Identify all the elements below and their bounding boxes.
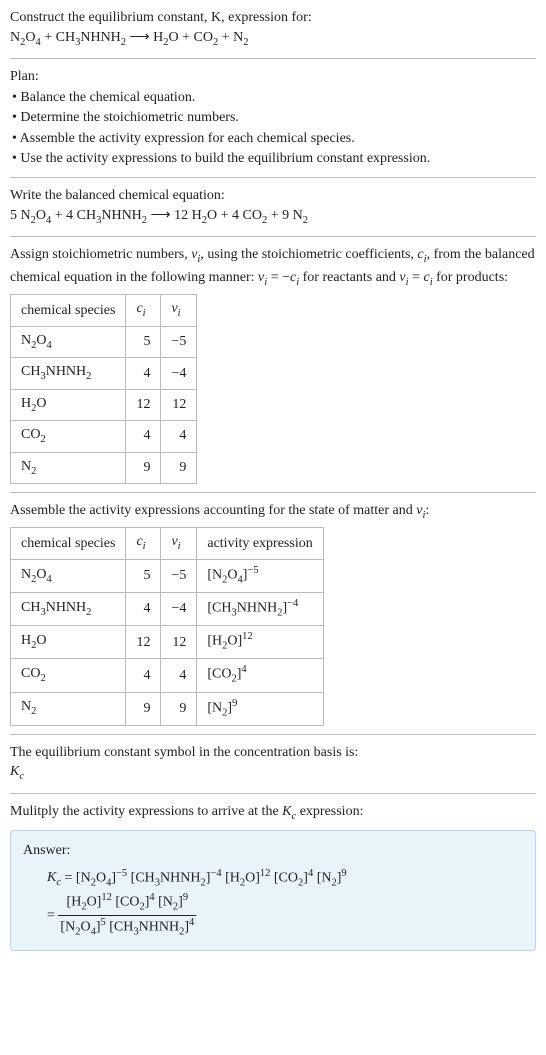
cell-ci: 4 xyxy=(126,593,161,626)
cell-ci: 12 xyxy=(126,389,161,420)
multiply-block: Mulitply the activity expressions to arr… xyxy=(10,802,536,824)
table-row: N2 9 9 xyxy=(11,452,197,483)
cell-species: N2 xyxy=(11,692,126,725)
cell-species: CH3NHNH2 xyxy=(11,358,126,389)
assign-block: Assign stoichiometric numbers, νi, using… xyxy=(10,245,536,484)
cell-species: N2O4 xyxy=(11,559,126,592)
table-row: N2O4 5 −5 xyxy=(11,326,197,357)
stoich-table: chemical species ci νi N2O4 5 −5 CH3NHNH… xyxy=(10,294,197,484)
cell-species: CO2 xyxy=(11,659,126,692)
balanced-block: Write the balanced chemical equation: 5 … xyxy=(10,186,536,228)
intro-block: Construct the equilibrium constant, K, e… xyxy=(10,8,536,50)
assign-text: Assign stoichiometric numbers, νi, using… xyxy=(10,245,536,290)
cell-species: N2 xyxy=(11,452,126,483)
cell-vi: 12 xyxy=(161,389,197,420)
col-ci: ci xyxy=(126,295,161,326)
cell-species: N2O4 xyxy=(11,326,126,357)
cell-vi: −5 xyxy=(161,559,197,592)
fraction-denominator: [N2O4]5 [CH3NHNH2]4 xyxy=(58,916,196,940)
plan-item: • Assemble the activity expression for e… xyxy=(12,129,536,149)
table-row: H2O 12 12 [H2O]12 xyxy=(11,626,324,659)
multiply-text: Mulitply the activity expressions to arr… xyxy=(10,802,536,824)
table-header-row: chemical species ci νi xyxy=(11,295,197,326)
balanced-heading: Write the balanced chemical equation: xyxy=(10,186,536,206)
cell-ci: 12 xyxy=(126,626,161,659)
table-row: CO2 4 4 [CO2]4 xyxy=(11,659,324,692)
symbol-block: The equilibrium constant symbol in the c… xyxy=(10,743,536,785)
symbol-line1: The equilibrium constant symbol in the c… xyxy=(10,743,536,763)
cell-activity: [CH3NHNH2]−4 xyxy=(197,593,323,626)
cell-vi: 9 xyxy=(161,692,197,725)
divider xyxy=(10,58,536,59)
cell-activity: [H2O]12 xyxy=(197,626,323,659)
cell-vi: 4 xyxy=(161,659,197,692)
cell-vi: 12 xyxy=(161,626,197,659)
answer-line1: Kc = [N2O4]−5 [CH3NHNH2]−4 [H2O]12 [CO2]… xyxy=(47,867,523,891)
divider xyxy=(10,177,536,178)
col-vi: νi xyxy=(161,528,197,559)
answer-label: Answer: xyxy=(23,841,523,861)
cell-ci: 9 xyxy=(126,692,161,725)
cell-vi: −5 xyxy=(161,326,197,357)
cell-vi: −4 xyxy=(161,593,197,626)
equals-sign: = xyxy=(47,908,55,923)
intro-line1: Construct the equilibrium constant, K, e… xyxy=(10,8,536,28)
cell-ci: 4 xyxy=(126,358,161,389)
plan-list: • Balance the chemical equation. • Deter… xyxy=(12,88,536,169)
fraction: [H2O]12 [CO2]4 [N2]9 [N2O4]5 [CH3NHNH2]4 xyxy=(58,891,196,940)
divider xyxy=(10,236,536,237)
balanced-equation: 5 N2O4 + 4 CH3NHNH2 ⟶ 12 H2O + 4 CO2 + 9… xyxy=(10,206,536,228)
plan-item: • Use the activity expressions to build … xyxy=(12,149,536,169)
table-header-row: chemical species ci νi activity expressi… xyxy=(11,528,324,559)
col-vi: νi xyxy=(161,295,197,326)
table-row: CO2 4 4 xyxy=(11,421,197,452)
table-row: N2 9 9 [N2]9 xyxy=(11,692,324,725)
table-row: H2O 12 12 xyxy=(11,389,197,420)
cell-ci: 9 xyxy=(126,452,161,483)
answer-box: Answer: Kc = [N2O4]−5 [CH3NHNH2]−4 [H2O]… xyxy=(10,830,536,951)
cell-vi: 4 xyxy=(161,421,197,452)
cell-activity: [N2]9 xyxy=(197,692,323,725)
col-ci: ci xyxy=(126,528,161,559)
plan-block: Plan: • Balance the chemical equation. •… xyxy=(10,67,536,169)
assemble-block: Assemble the activity expressions accoun… xyxy=(10,501,536,726)
cell-species: CH3NHNH2 xyxy=(11,593,126,626)
cell-ci: 4 xyxy=(126,421,161,452)
cell-species: H2O xyxy=(11,389,126,420)
cell-species: CO2 xyxy=(11,421,126,452)
cell-vi: −4 xyxy=(161,358,197,389)
divider xyxy=(10,492,536,493)
activity-table: chemical species ci νi activity expressi… xyxy=(10,527,324,725)
cell-activity: [CO2]4 xyxy=(197,659,323,692)
symbol-kc: Kc xyxy=(10,762,536,784)
cell-ci: 4 xyxy=(126,659,161,692)
plan-heading: Plan: xyxy=(10,67,536,87)
table-row: CH3NHNH2 4 −4 xyxy=(11,358,197,389)
divider xyxy=(10,734,536,735)
table-row: N2O4 5 −5 [N2O4]−5 xyxy=(11,559,324,592)
cell-ci: 5 xyxy=(126,326,161,357)
cell-species: H2O xyxy=(11,626,126,659)
plan-item: • Balance the chemical equation. xyxy=(12,88,536,108)
plan-item: • Determine the stoichiometric numbers. xyxy=(12,108,536,128)
col-activity: activity expression xyxy=(197,528,323,559)
divider xyxy=(10,793,536,794)
table-row: CH3NHNH2 4 −4 [CH3NHNH2]−4 xyxy=(11,593,324,626)
fraction-numerator: [H2O]12 [CO2]4 [N2]9 xyxy=(58,891,196,916)
assemble-text: Assemble the activity expressions accoun… xyxy=(10,501,536,523)
answer-line2: = [H2O]12 [CO2]4 [N2]9 [N2O4]5 [CH3NHNH2… xyxy=(47,891,523,940)
cell-vi: 9 xyxy=(161,452,197,483)
intro-equation: N2O4 + CH3NHNH2 ⟶ H2O + CO2 + N2 xyxy=(10,28,536,50)
cell-ci: 5 xyxy=(126,559,161,592)
cell-activity: [N2O4]−5 xyxy=(197,559,323,592)
col-species: chemical species xyxy=(11,528,126,559)
col-species: chemical species xyxy=(11,295,126,326)
